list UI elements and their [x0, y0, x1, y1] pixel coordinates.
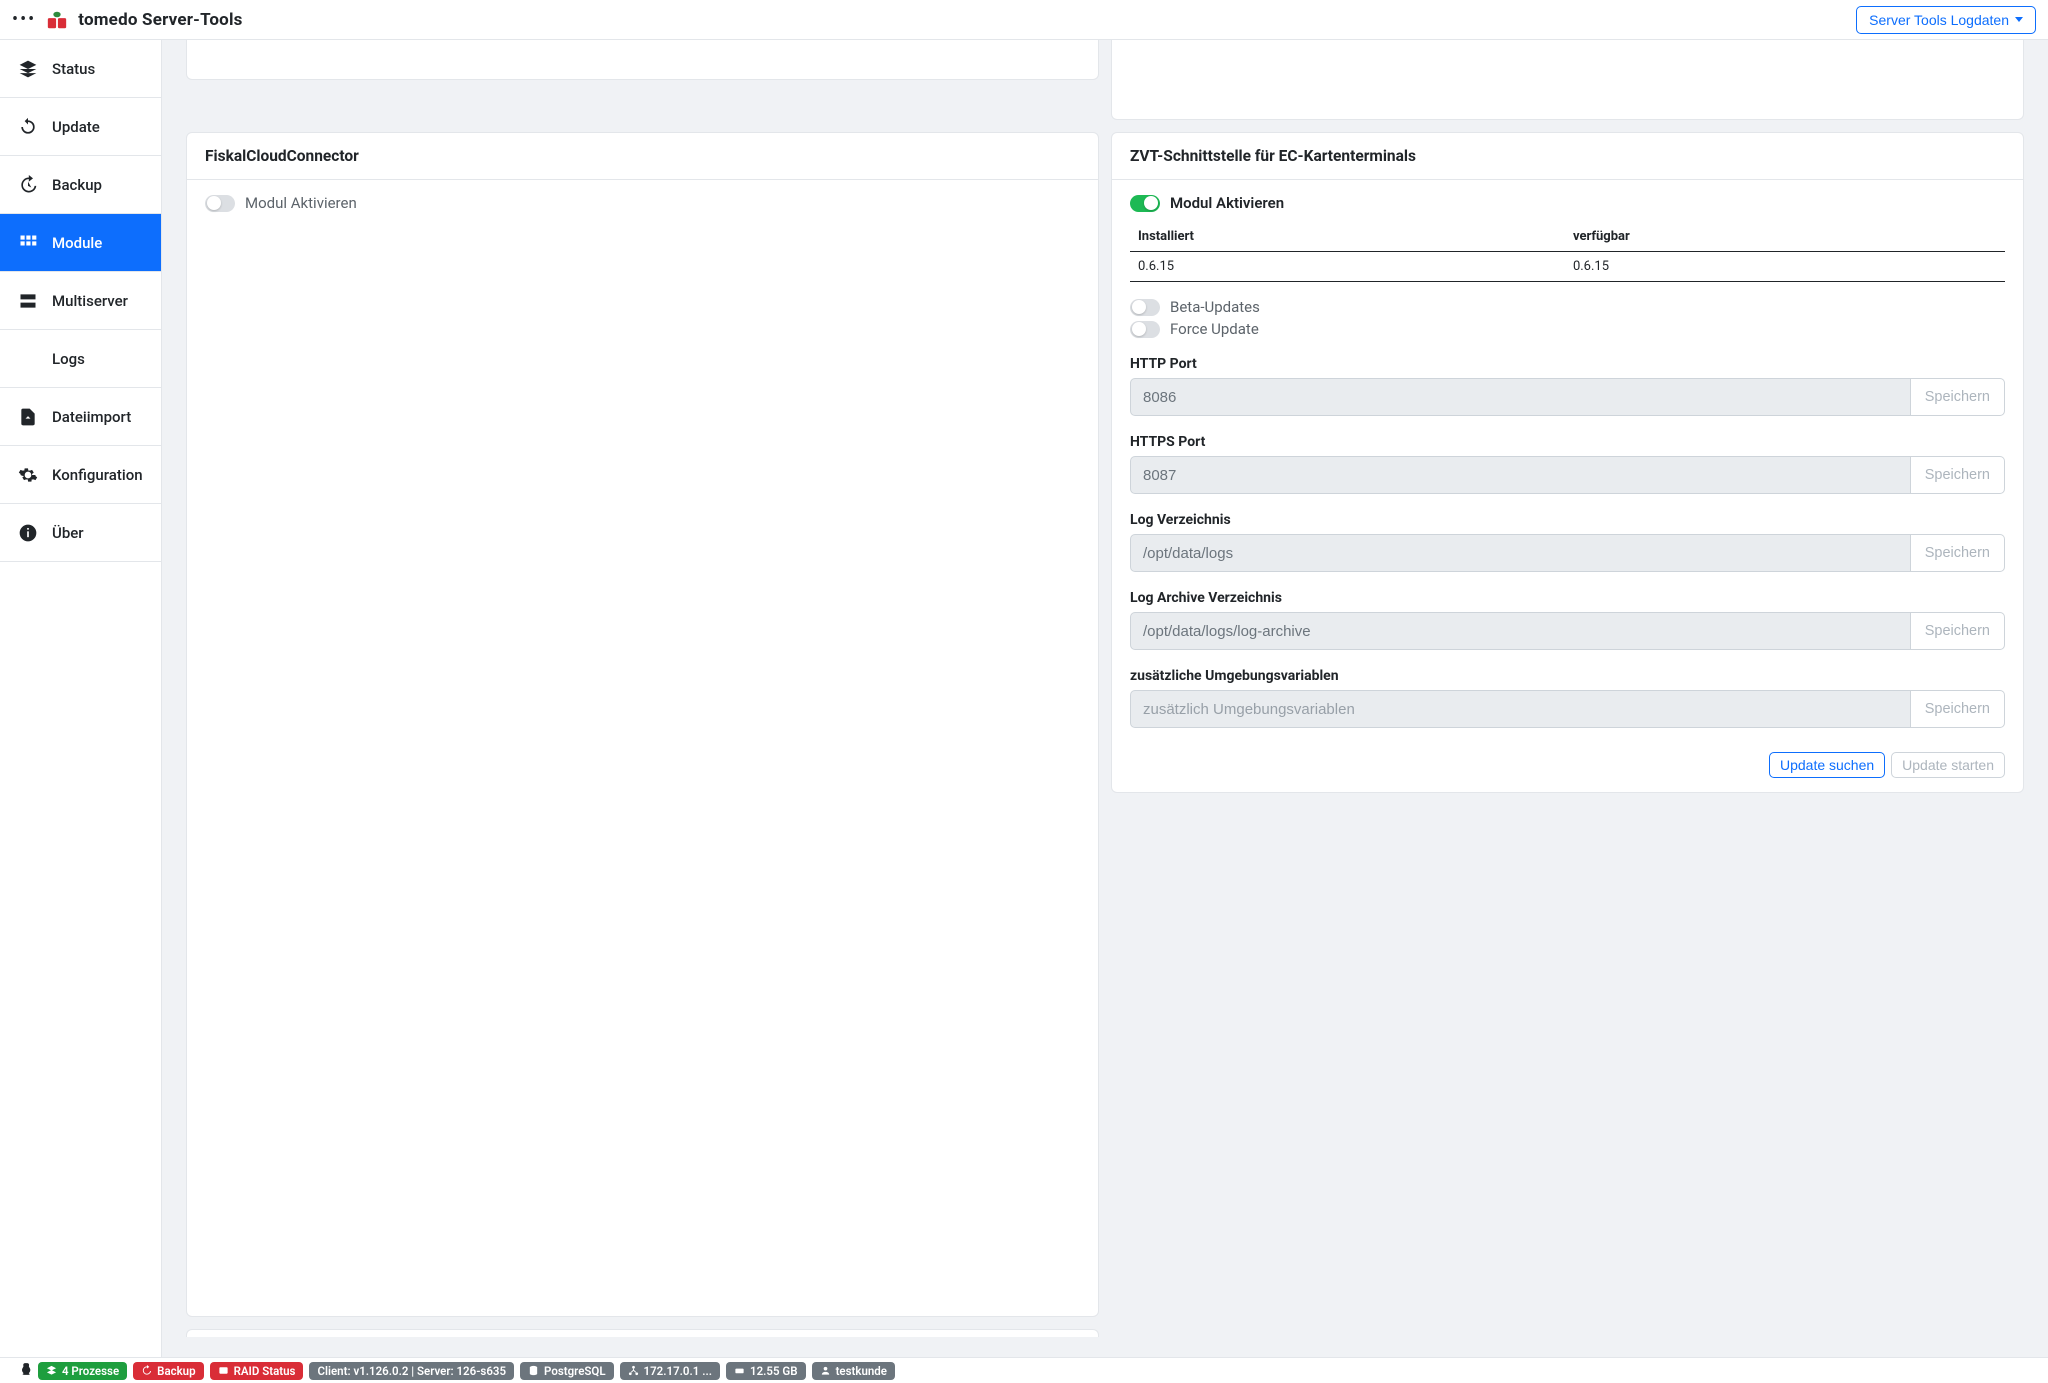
menu-dots-icon[interactable]: •••	[12, 9, 36, 30]
sidebar-item-backup[interactable]: Backup	[0, 156, 161, 214]
status-ip-label: 172.17.0.1 ...	[644, 1364, 712, 1378]
sync-icon	[18, 117, 38, 137]
sidebar-item-label: Konfiguration	[52, 466, 143, 484]
zvt-field-input-4[interactable]	[1130, 690, 1911, 728]
zvt-toggle-label-1: Force Update	[1170, 320, 1259, 338]
fiskal-activate-toggle[interactable]	[205, 195, 235, 212]
status-raid-label: RAID Status	[234, 1364, 296, 1378]
file-arrow-icon	[18, 407, 38, 427]
list-icon	[18, 349, 38, 369]
layers-icon	[46, 1365, 57, 1376]
sidebar-item--ber[interactable]: Über	[0, 504, 161, 562]
hdd-icon	[734, 1365, 745, 1376]
brand-title: tomedo Server-Tools	[78, 10, 242, 30]
version-td-installed: 0.6.15	[1130, 252, 1565, 282]
card-stub	[186, 40, 1099, 80]
card-fiskalcloudconnector: FiskalCloudConnector Modul Aktivieren	[186, 132, 1099, 1317]
sidebar-item-status[interactable]: Status	[0, 40, 161, 98]
status-disk-label: 12.55 GB	[750, 1364, 798, 1378]
fiskal-activate-label: Modul Aktivieren	[245, 194, 357, 212]
sidebar-item-label: Module	[52, 234, 102, 252]
status-ip-badge[interactable]: 172.17.0.1 ...	[620, 1362, 720, 1380]
sidebar-item-dateiimport[interactable]: Dateiimport	[0, 388, 161, 446]
chevron-down-icon	[2015, 17, 2023, 22]
zvt-field-label-1: HTTPS Port	[1130, 434, 2005, 450]
status-disk-badge[interactable]: 12.55 GB	[726, 1362, 806, 1380]
history-icon	[18, 175, 38, 195]
zvt-field-save-2[interactable]: Speichern	[1911, 534, 2005, 572]
status-client-badge[interactable]: Client: v1.126.0.2 | Server: 126-s635	[309, 1362, 514, 1380]
sidebar-item-update[interactable]: Update	[0, 98, 161, 156]
sidebar-item-label: Über	[52, 524, 84, 542]
sidebar-item-logs[interactable]: Logs	[0, 330, 161, 388]
sidebar-item-label: Update	[52, 118, 100, 136]
zvt-field-input-1[interactable]	[1130, 456, 1911, 494]
status-db-badge[interactable]: PostgreSQL	[520, 1362, 614, 1380]
version-th-installed: Installiert	[1130, 222, 1565, 252]
history-icon	[141, 1365, 152, 1376]
zvt-field-label-0: HTTP Port	[1130, 356, 2005, 372]
zvt-field-label-4: zusätzliche Umgebungsvariablen	[1130, 668, 2005, 684]
zvt-field-save-4[interactable]: Speichern	[1911, 690, 2005, 728]
status-db-label: PostgreSQL	[544, 1364, 606, 1378]
zvt-toggle-0[interactable]	[1130, 299, 1160, 316]
version-table: Installiert verfügbar 0.6.15 0.6.15	[1130, 222, 2005, 282]
zvt-toggle-label-0: Beta-Updates	[1170, 298, 1260, 316]
sidebar-item-label: Status	[52, 60, 95, 78]
network-icon	[628, 1365, 639, 1376]
status-client-label: Client: v1.126.0.2 | Server: 126-s635	[317, 1364, 506, 1378]
status-raid-badge[interactable]: RAID Status	[210, 1362, 304, 1380]
server-tools-logdaten-button[interactable]: Server Tools Logdaten	[1856, 6, 2036, 34]
user-icon	[820, 1365, 831, 1376]
server-icon	[18, 291, 38, 311]
zvt-field-save-0[interactable]: Speichern	[1911, 378, 2005, 416]
zvt-field-input-3[interactable]	[1130, 612, 1911, 650]
status-user-label: testkunde	[836, 1364, 887, 1378]
gear-icon	[18, 465, 38, 485]
zvt-toggle-1[interactable]	[1130, 321, 1160, 338]
status-processes-badge[interactable]: 4 Prozesse	[38, 1362, 127, 1380]
zvt-field-input-2[interactable]	[1130, 534, 1911, 572]
zvt-field-save-3[interactable]: Speichern	[1911, 612, 2005, 650]
sidebar-item-label: Multiserver	[52, 292, 128, 310]
info-icon	[18, 523, 38, 543]
sidebar-item-module[interactable]: Module	[0, 214, 161, 272]
zvt-field-input-0[interactable]	[1130, 378, 1911, 416]
zvt-field-label-3: Log Archive Verzeichnis	[1130, 590, 2005, 606]
grid-icon	[18, 233, 38, 253]
hdd-icon	[218, 1365, 229, 1376]
database-icon	[528, 1365, 539, 1376]
sidebar-item-konfiguration[interactable]: Konfiguration	[0, 446, 161, 504]
status-backup-badge[interactable]: Backup	[133, 1362, 203, 1380]
server-tools-logdaten-label: Server Tools Logdaten	[1869, 12, 2009, 28]
version-td-available: 0.6.15	[1565, 252, 2005, 282]
version-th-available: verfügbar	[1565, 222, 2005, 252]
zvt-field-save-1[interactable]: Speichern	[1911, 456, 2005, 494]
status-processes-label: 4 Prozesse	[62, 1364, 119, 1378]
sidebar-item-multiserver[interactable]: Multiserver	[0, 272, 161, 330]
layers-icon	[18, 59, 38, 79]
status-user-badge[interactable]: testkunde	[812, 1362, 895, 1380]
update-suchen-button[interactable]: Update suchen	[1769, 752, 1885, 778]
card-title: ZVT-Schnittstelle für EC-Kartenterminals	[1112, 133, 2023, 180]
status-backup-label: Backup	[157, 1364, 195, 1378]
sidebar-item-label: Backup	[52, 176, 102, 194]
card-zvt: ZVT-Schnittstelle für EC-Kartenterminals…	[1111, 132, 2024, 793]
update-starten-button[interactable]: Update starten	[1891, 752, 2005, 778]
update-suchen-label: Update suchen	[1780, 757, 1874, 773]
brand-logo-icon	[46, 9, 68, 31]
zvt-activate-toggle[interactable]	[1130, 195, 1160, 212]
zvt-activate-label: Modul Aktivieren	[1170, 194, 1284, 212]
sidebar-item-label: Logs	[52, 350, 85, 368]
zvt-field-label-2: Log Verzeichnis	[1130, 512, 2005, 528]
sidebar-item-label: Dateiimport	[52, 408, 131, 426]
os-linux-icon	[18, 1362, 32, 1379]
card-title: FiskalCloudConnector	[187, 133, 1098, 180]
card-stub-bottom	[186, 1329, 1099, 1337]
card-stub	[1111, 40, 2024, 120]
update-starten-label: Update starten	[1902, 757, 1994, 773]
